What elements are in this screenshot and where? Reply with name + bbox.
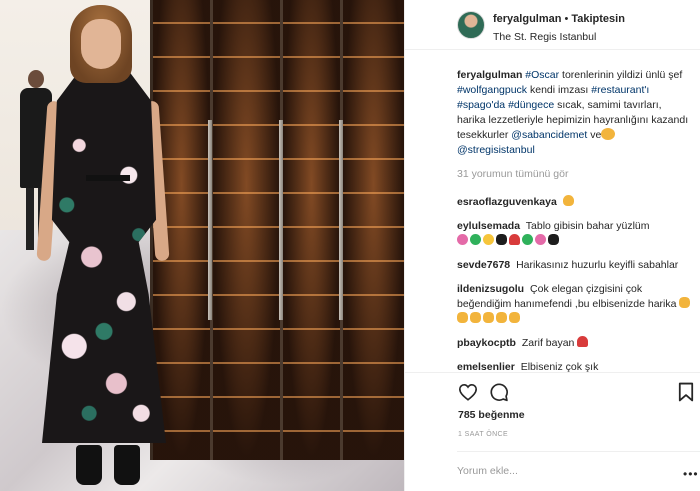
comment-text: Elbiseniz çok şık [520,361,599,372]
comment-username[interactable]: sevde7678 [457,259,510,271]
comment-item: ildenizsugolu Çok elegan çizgisini çok b… [457,282,693,327]
mention-sabancidemet[interactable]: @sabancidemet [511,129,587,141]
add-comment-input[interactable] [457,461,657,481]
comment-text: Harikasınız huzurlu keyifli sabahlar [516,259,679,271]
post-timestamp: 1 SAAT ÖNCE [458,431,509,438]
likes-count[interactable]: 785 beğenme [458,409,525,421]
view-all-comments-link[interactable]: 31 yorumun tümünü gör [457,168,693,180]
caption-username[interactable]: feryalgulman [457,69,522,81]
cabinet-handle [208,120,212,320]
follow-status[interactable]: Takiptesin [571,13,625,25]
clap-icon [679,297,691,308]
clap-icon [483,312,494,323]
caption: feryalgulman #Oscar torenlerinin yildizi… [457,68,693,158]
comment-username[interactable]: esraoflazguvenkaya [457,196,557,208]
wine-cabinet-door [343,0,404,460]
hashtag-restaurant[interactable]: #restaurant'ı [591,84,649,96]
comment-item: emelsenlier Elbiseniz çok şık [457,360,693,372]
cabinet-handle [279,120,283,320]
location-link[interactable]: The St. Regis Istanbul [493,31,596,43]
more-options-icon[interactable]: ••• [683,467,699,481]
comment-text: Zarif bayan [521,337,575,349]
caption-block: feryalgulman #Oscar torenlerinin yildizi… [457,68,693,180]
comment-icon[interactable] [489,382,509,402]
post-side-panel: feryalgulman • Takiptesin The St. Regis Is… [405,0,700,491]
comment-item: sevde7678 Harikasınız huzurlu keyifli sa… [457,258,693,273]
tulip-icon [509,234,520,245]
clap-icon [509,312,520,323]
sunglasses-icon [496,234,507,245]
photo-wine-cabinet [150,0,404,460]
caption-text: kendi imzası [527,84,592,96]
caption-text: ve [587,129,602,141]
caption-text: torenlerinin yildizi ünlü şef [559,69,683,81]
yellow-heart-icon [562,195,574,206]
post-photo[interactable] [0,0,404,491]
sun-icon [483,234,494,245]
comment-username[interactable]: pbaykocptb [457,337,516,349]
wine-cabinet-door [283,0,343,460]
comment-username[interactable]: emelsenlier [457,361,515,372]
clap-icon [496,312,507,323]
sunglasses-icon [548,234,559,245]
heart-icon[interactable] [458,383,478,401]
mention-stregisistanbul[interactable]: @stregisistanbul [457,144,535,156]
avatar[interactable] [457,11,485,39]
flower-icon [535,234,546,245]
add-comment-bar: ••• [457,451,700,491]
tulip-icon [577,336,589,347]
cabinet-handle [339,120,343,320]
header-username[interactable]: feryalgulman [493,13,561,25]
hashtag-oscar[interactable]: #Oscar [525,69,559,81]
comment-item: pbaykocptb Zarif bayan [457,336,693,351]
comments-list: esraoflazguvenkaya eylulsemada Tablo gib… [457,186,693,372]
comment-text: Tablo gibisin bahar yüzlüm [525,220,650,232]
clap-icon [457,312,468,323]
header-user-line: feryalgulman • Takiptesin [493,13,625,25]
green-heart-icon [522,234,533,245]
face-emoji-icon [601,128,616,140]
separator-dot: • [564,13,569,25]
comment-username[interactable]: ildenizsugolu [457,283,524,295]
hashtag-wolfgangpuck[interactable]: #wolfgangpuck [457,84,527,96]
photo-main-person [34,5,174,485]
comment-item: eylulsemada Tablo gibisin bahar yüzlüm [457,219,693,249]
green-heart-icon [470,234,481,245]
flower-icon [457,234,468,245]
hashtag-dungece[interactable]: #düngece [508,99,554,111]
hashtag-spago[interactable]: #spago'da [457,99,505,111]
comment-item: esraoflazguvenkaya [457,195,693,210]
comment-username[interactable]: eylulsemada [457,220,520,232]
post-actions: 785 beğenme 1 SAAT ÖNCE ••• [405,372,700,491]
wine-cabinet-door [213,0,283,460]
bookmark-icon[interactable] [678,382,694,402]
post-header: feryalgulman • Takiptesin The St. Regis Is… [405,0,700,50]
clap-icon [470,312,481,323]
